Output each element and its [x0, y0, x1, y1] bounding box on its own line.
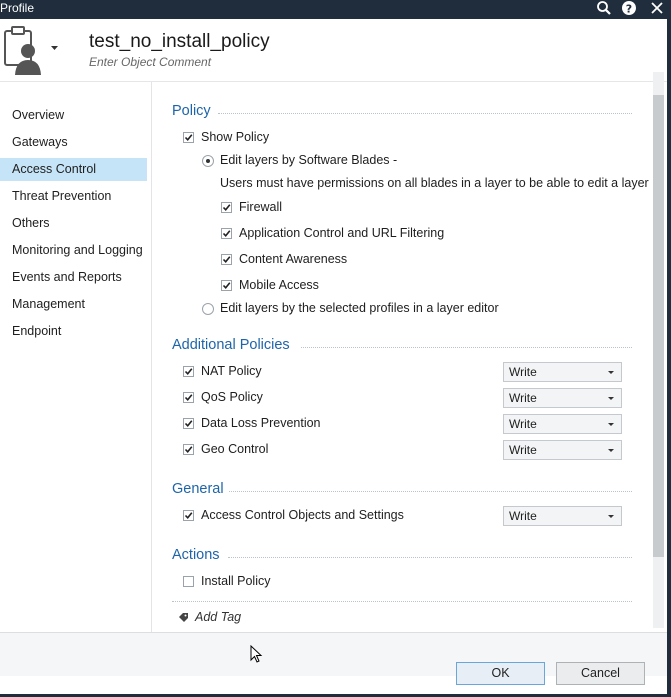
qos-policy-label: QoS Policy — [201, 390, 263, 404]
select-value: Write — [509, 509, 537, 523]
object-header: test_no_install_policy Enter Object Comm… — [0, 19, 667, 82]
show-policy-checkbox[interactable] — [183, 132, 194, 143]
mobile-access-checkbox[interactable] — [221, 280, 232, 291]
install-policy-label: Install Policy — [201, 574, 271, 588]
select-value: Write — [509, 443, 537, 457]
sidebar: Overview Gateways Access Control Threat … — [0, 82, 152, 647]
check-icon — [184, 420, 193, 428]
window-title: Profile — [0, 1, 35, 15]
check-icon — [184, 446, 193, 454]
help-icon[interactable]: ? — [621, 0, 637, 17]
qos-policy-checkbox[interactable] — [183, 392, 194, 403]
check-icon — [184, 134, 193, 142]
close-icon[interactable] — [649, 0, 665, 17]
firewall-checkbox[interactable] — [221, 202, 232, 213]
edit-by-profiles-label: Edit layers by the selected profiles in … — [220, 301, 499, 315]
mouse-cursor-icon — [250, 645, 263, 663]
geo-control-permission-select[interactable]: Write — [503, 440, 622, 460]
check-icon — [222, 256, 231, 264]
add-tag-link[interactable]: Add Tag — [195, 610, 241, 624]
app-control-checkbox[interactable] — [221, 228, 232, 239]
cancel-button[interactable]: Cancel — [556, 662, 645, 685]
check-icon — [222, 230, 231, 238]
section-title-additional-policies: Additional Policies — [172, 337, 290, 353]
check-icon — [184, 394, 193, 402]
ok-button[interactable]: OK — [456, 662, 545, 685]
check-icon — [222, 204, 231, 212]
sidebar-item-monitoring-and-logging[interactable]: Monitoring and Logging — [0, 239, 147, 262]
app-control-label: Application Control and URL Filtering — [239, 226, 445, 240]
title-bar: Profile ? — [0, 0, 671, 19]
sidebar-item-management[interactable]: Management — [0, 293, 147, 316]
nat-policy-label: NAT Policy — [201, 364, 262, 378]
section-divider — [228, 557, 632, 558]
blades-permission-note: Users must have permissions on all blade… — [220, 176, 649, 190]
section-title-actions: Actions — [172, 547, 220, 563]
edit-by-profiles-radio[interactable] — [202, 303, 214, 315]
sidebar-item-overview[interactable]: Overview — [0, 104, 147, 127]
access-control-objects-label: Access Control Objects and Settings — [201, 508, 404, 522]
sidebar-item-threat-prevention[interactable]: Threat Prevention — [0, 185, 147, 208]
section-title-general: General — [172, 481, 224, 497]
dropdown-caret-icon — [608, 515, 614, 518]
content-awareness-label: Content Awareness — [239, 252, 348, 266]
sidebar-item-events-and-reports[interactable]: Events and Reports — [0, 266, 147, 289]
select-value: Write — [509, 365, 537, 379]
profile-window: test_no_install_policy Enter Object Comm… — [0, 19, 667, 694]
edit-by-blades-radio[interactable] — [202, 155, 214, 167]
dropdown-caret-icon — [608, 371, 614, 374]
sidebar-item-access-control[interactable]: Access Control — [0, 158, 147, 181]
check-icon — [184, 368, 193, 376]
dlp-checkbox[interactable] — [183, 418, 194, 429]
section-divider — [218, 113, 632, 114]
sidebar-item-endpoint[interactable]: Endpoint — [0, 320, 147, 343]
user-profile-icon[interactable] — [2, 25, 46, 75]
install-policy-checkbox[interactable] — [183, 576, 194, 587]
geo-control-checkbox[interactable] — [183, 444, 194, 455]
dropdown-caret-icon — [608, 397, 614, 400]
sidebar-item-gateways[interactable]: Gateways — [0, 131, 147, 154]
show-policy-label: Show Policy — [201, 130, 270, 144]
dlp-permission-select[interactable]: Write — [503, 414, 622, 434]
check-icon — [184, 512, 193, 520]
nat-policy-permission-select[interactable]: Write — [503, 362, 622, 382]
search-icon[interactable] — [596, 0, 612, 17]
geo-control-label: Geo Control — [201, 442, 269, 456]
scrollbar-thumb[interactable] — [653, 95, 664, 557]
firewall-label: Firewall — [239, 200, 283, 214]
access-control-objects-permission-select[interactable]: Write — [503, 506, 622, 526]
select-value: Write — [509, 391, 537, 405]
chevron-down-icon[interactable] — [51, 46, 58, 51]
tags-divider — [172, 601, 632, 602]
qos-policy-permission-select[interactable]: Write — [503, 388, 622, 408]
select-value: Write — [509, 417, 537, 431]
dlp-label: Data Loss Prevention — [201, 416, 321, 430]
access-control-objects-checkbox[interactable] — [183, 510, 194, 521]
content-awareness-checkbox[interactable] — [221, 254, 232, 265]
section-divider — [301, 347, 632, 348]
nat-policy-checkbox[interactable] — [183, 366, 194, 377]
section-title-policy: Policy — [172, 103, 211, 119]
section-divider — [229, 491, 632, 492]
object-name[interactable]: test_no_install_policy — [89, 31, 270, 53]
svg-text:?: ? — [626, 3, 632, 16]
sidebar-item-others[interactable]: Others — [0, 212, 147, 235]
check-icon — [222, 282, 231, 290]
dropdown-caret-icon — [608, 449, 614, 452]
object-comment-field[interactable]: Enter Object Comment — [89, 55, 211, 69]
dropdown-caret-icon — [608, 423, 614, 426]
mobile-access-label: Mobile Access — [239, 278, 319, 292]
edit-by-blades-label: Edit layers by Software Blades - — [220, 153, 398, 167]
tag-icon[interactable] — [178, 612, 189, 623]
